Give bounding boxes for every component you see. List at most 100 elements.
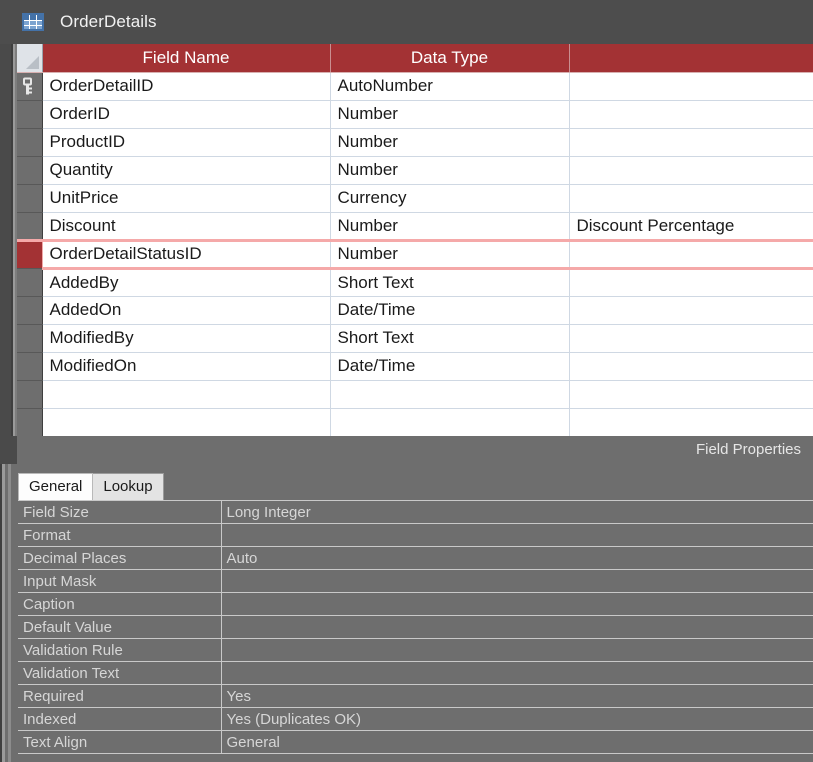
property-label: Validation Text (18, 661, 222, 685)
cell-description[interactable] (569, 296, 813, 325)
row-selector[interactable] (17, 72, 43, 101)
cell-data-type[interactable]: Number (330, 100, 570, 129)
document-titlebar: OrderDetails (0, 0, 813, 44)
row-selector[interactable] (17, 128, 43, 157)
property-value[interactable] (221, 615, 813, 639)
table-row[interactable]: OrderID Number (17, 100, 813, 129)
cell-data-type[interactable]: AutoNumber (330, 72, 570, 101)
cell-field-name[interactable]: ModifiedBy (42, 324, 331, 353)
property-label: Format (18, 523, 222, 547)
table-row[interactable]: AddedOn Date/Time (17, 296, 813, 325)
cell-field-name[interactable]: OrderID (42, 100, 331, 129)
corner-triangle-icon (25, 55, 39, 69)
cell-field-name[interactable]: ModifiedOn (42, 352, 331, 381)
cell-field-name[interactable]: OrderDetailID (42, 72, 331, 101)
property-value[interactable] (221, 638, 813, 662)
cell-description[interactable] (569, 352, 813, 381)
cell-data-type[interactable]: Short Text (330, 324, 570, 353)
cell-data-type[interactable]: Date/Time (330, 352, 570, 381)
column-header-data-type[interactable]: Data Type (330, 44, 570, 73)
table-row[interactable]: Quantity Number (17, 156, 813, 185)
cell-data-type[interactable] (330, 380, 570, 409)
table-icon (22, 13, 44, 31)
cell-field-name[interactable] (42, 380, 331, 409)
cell-data-type[interactable]: Date/Time (330, 296, 570, 325)
row-selector[interactable] (17, 268, 43, 297)
cell-data-type[interactable]: Number (330, 212, 570, 241)
table-row[interactable]: UnitPrice Currency (17, 184, 813, 213)
property-value[interactable] (221, 661, 813, 685)
row-selector[interactable] (17, 408, 43, 437)
cell-data-type[interactable]: Number (330, 238, 570, 270)
tab-lookup[interactable]: Lookup (92, 473, 164, 500)
access-table-design-window: OrderDetails Field Name Data Type OrderD… (0, 0, 813, 762)
row-selector[interactable] (17, 184, 43, 213)
row-selector[interactable] (17, 238, 43, 269)
cell-field-name[interactable]: UnitPrice (42, 184, 331, 213)
property-row: Text Align General (18, 730, 813, 754)
property-value[interactable]: Yes (Duplicates OK) (221, 707, 813, 731)
cell-description[interactable]: Discount Percentage (569, 212, 813, 241)
property-row: Validation Rule (18, 638, 813, 662)
table-row[interactable]: OrderDetailID AutoNumber (17, 72, 813, 101)
cell-field-name[interactable] (42, 408, 331, 437)
property-row: Decimal Places Auto (18, 546, 813, 570)
property-value[interactable]: General (221, 730, 813, 754)
property-label: Validation Rule (18, 638, 222, 662)
property-value[interactable]: Long Integer (221, 500, 813, 524)
table-row[interactable]: ModifiedBy Short Text (17, 324, 813, 353)
table-row[interactable]: ProductID Number (17, 128, 813, 157)
row-selector[interactable] (17, 156, 43, 185)
cell-description[interactable] (569, 380, 813, 409)
table-row[interactable] (17, 380, 813, 409)
property-label: Default Value (18, 615, 222, 639)
property-label: Indexed (18, 707, 222, 731)
primary-key-icon (23, 77, 32, 95)
cell-description[interactable] (569, 184, 813, 213)
cell-description[interactable] (569, 72, 813, 101)
cell-description[interactable] (569, 156, 813, 185)
table-row[interactable]: Discount Number Discount Percentage (17, 212, 813, 241)
cell-data-type[interactable] (330, 408, 570, 437)
cell-description[interactable] (569, 324, 813, 353)
table-row[interactable]: AddedBy Short Text (17, 268, 813, 297)
cell-description[interactable] (569, 238, 813, 270)
properties-vertical-scrollbar[interactable] (0, 464, 11, 762)
property-value[interactable]: Yes (221, 684, 813, 708)
cell-field-name[interactable]: ProductID (42, 128, 331, 157)
property-value[interactable]: Auto (221, 546, 813, 570)
row-selector[interactable] (17, 324, 43, 353)
property-value[interactable] (221, 523, 813, 547)
row-selector[interactable] (17, 296, 43, 325)
property-label: Input Mask (18, 569, 222, 593)
row-selector[interactable] (17, 352, 43, 381)
column-header-field-name[interactable]: Field Name (42, 44, 331, 73)
cell-field-name[interactable]: Discount (42, 212, 331, 241)
cell-description[interactable] (569, 100, 813, 129)
cell-description[interactable] (569, 408, 813, 437)
property-label: Required (18, 684, 222, 708)
cell-description[interactable] (569, 128, 813, 157)
property-label: Text Align (18, 730, 222, 754)
select-all-corner[interactable] (17, 44, 43, 73)
tab-general[interactable]: General (18, 473, 94, 500)
table-row[interactable] (17, 408, 813, 437)
row-selector[interactable] (17, 380, 43, 409)
cell-description[interactable] (569, 268, 813, 297)
cell-field-name[interactable]: AddedBy (42, 268, 331, 297)
column-header-description[interactable] (569, 44, 813, 73)
cell-data-type[interactable]: Number (330, 128, 570, 157)
table-row[interactable]: OrderDetailStatusID Number (17, 238, 813, 270)
cell-data-type[interactable]: Currency (330, 184, 570, 213)
field-properties-tabs: General Lookup (18, 473, 164, 500)
cell-data-type[interactable]: Short Text (330, 268, 570, 297)
table-row[interactable]: ModifiedOn Date/Time (17, 352, 813, 381)
cell-field-name[interactable]: Quantity (42, 156, 331, 185)
cell-field-name[interactable]: AddedOn (42, 296, 331, 325)
row-selector[interactable] (17, 100, 43, 129)
row-selector[interactable] (17, 212, 43, 241)
property-value[interactable] (221, 569, 813, 593)
cell-field-name[interactable]: OrderDetailStatusID (42, 238, 331, 270)
property-value[interactable] (221, 592, 813, 616)
cell-data-type[interactable]: Number (330, 156, 570, 185)
